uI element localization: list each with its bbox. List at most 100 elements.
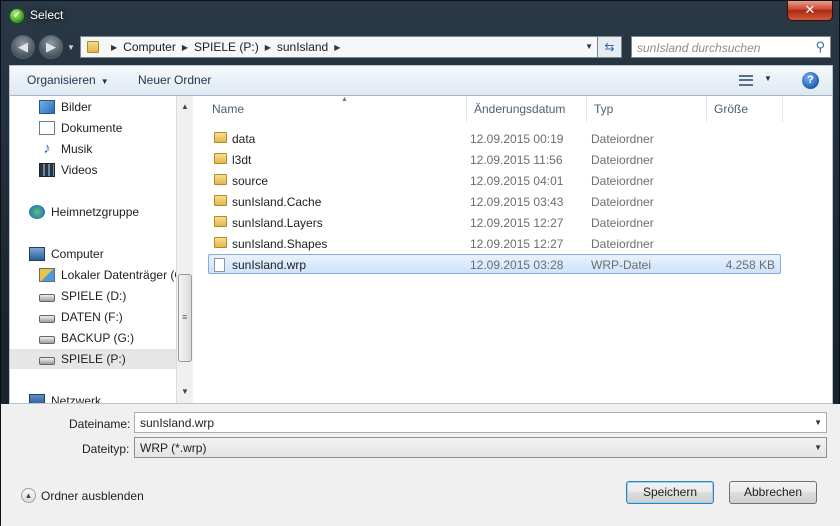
column-header-name[interactable]: ▲ Name (205, 96, 467, 122)
nav-item-videos[interactable]: Videos (39, 160, 97, 180)
refresh-button[interactable]: ⇆ (598, 36, 622, 58)
nav-item-label: BACKUP (G:) (61, 331, 135, 345)
nav-item-bilder[interactable]: Bilder (39, 97, 92, 117)
chevron-down-icon: ▼ (100, 77, 109, 86)
nav-item-label: Lokaler Datenträger (C (61, 268, 176, 282)
file-type: Dateiordner (591, 132, 654, 146)
search-input[interactable] (637, 38, 807, 57)
nav-item-spiele-d[interactable]: SPIELE (D:) (39, 286, 126, 306)
window-title: Select (30, 8, 64, 22)
file-row-sunisland-cache[interactable]: sunIsland.Cache 12.09.2015 03:43 Dateiordn… (208, 191, 781, 211)
pictures-icon (39, 100, 55, 114)
scrollbar-thumb[interactable] (178, 274, 192, 362)
filename-combo[interactable]: sunIsland.wrp ▼ (134, 412, 827, 433)
forward-button[interactable]: ▶ (39, 35, 63, 59)
command-toolbar: Organisieren ▼ Neuer Ordner ▼ ? (9, 65, 833, 96)
nav-item-musik[interactable]: ♪ Musik (39, 139, 92, 159)
nav-item-label: SPIELE (P:) (61, 352, 126, 366)
nav-item-label: Videos (61, 163, 98, 177)
nav-item-computer[interactable]: Computer (29, 244, 104, 264)
file-row-sunisland-layers[interactable]: sunIsland.Layers 12.09.2015 12:27 Dateiord… (208, 212, 781, 232)
music-icon: ♪ (43, 140, 51, 157)
navigation-scrollbar[interactable]: ▲ ▼ (176, 96, 193, 403)
nav-item-netzwerk[interactable]: Netzwerk (29, 391, 101, 403)
computer-icon (29, 247, 45, 261)
folder-icon (214, 237, 227, 248)
title-bar: ✓ Select ✕ (1, 1, 840, 31)
folder-icon (214, 195, 227, 206)
homegroup-icon (29, 205, 45, 219)
column-header-label: Name (212, 102, 245, 116)
close-button[interactable]: ✕ (787, 1, 833, 21)
hide-folders-label: Ordner ausblenden (41, 488, 144, 503)
file-name: l3dt (232, 153, 252, 167)
column-header-size[interactable]: Größe (707, 96, 783, 122)
file-type: WRP-Datei (591, 258, 652, 272)
file-list: ▲ Name Änderungsdatum Typ Größe data 12.09… (195, 96, 833, 403)
new-folder-button[interactable]: Neuer Ordner (138, 73, 211, 87)
file-row-sunisland-shapes[interactable]: sunIsland.Shapes 12.09.2015 12:27 Dateiord… (208, 233, 781, 253)
file-row-data[interactable]: data 12.09.2015 00:19 Dateiordner (208, 128, 781, 148)
file-date: 12.09.2015 11:56 (470, 153, 563, 167)
filetype-select[interactable]: WRP (*.wrp) ▼ (134, 437, 827, 458)
address-bar[interactable]: ▶ Computer ▶ SPIELE (P:) ▶ sunIsland ▶ ▼ (80, 36, 598, 58)
cancel-button[interactable]: Abbrechen (729, 481, 817, 504)
scroll-up-icon[interactable]: ▲ (181, 102, 189, 111)
chevron-down-icon[interactable]: ▼ (814, 418, 822, 427)
file-type: Dateiordner (591, 237, 654, 251)
nav-item-backup-g[interactable]: BACKUP (G:) (39, 328, 134, 348)
file-row-l3dt[interactable]: l3dt 12.09.2015 11:56 Dateiordner (208, 149, 781, 169)
view-options-icon[interactable] (739, 75, 753, 86)
history-dropdown-icon[interactable]: ▼ (67, 43, 77, 53)
file-type: Dateiordner (591, 195, 654, 209)
file-date: 12.09.2015 12:27 (470, 216, 564, 230)
chevron-right-icon[interactable]: ▶ (265, 43, 271, 52)
drive-icon (39, 294, 55, 302)
nav-item-label: SPIELE (D:) (61, 289, 127, 303)
file-row-sunisland-wrp[interactable]: sunIsland.wrp 12.09.2015 03:28 WRP-Datei 4.… (208, 254, 781, 274)
file-date: 12.09.2015 03:28 (470, 258, 564, 272)
nav-item-dokumente[interactable]: Dokumente (39, 118, 122, 138)
save-button[interactable]: Speichern (626, 481, 714, 504)
drive-icon (39, 315, 55, 323)
nav-item-daten-f[interactable]: DATEN (F:) (39, 307, 123, 327)
address-dropdown-icon[interactable]: ▼ (585, 42, 593, 51)
chevron-right-icon[interactable]: ▶ (334, 43, 340, 52)
help-icon[interactable]: ? (802, 72, 819, 89)
chevron-up-icon: ▲ (21, 488, 36, 503)
breadcrumb-computer[interactable]: Computer (123, 40, 176, 54)
file-date: 12.09.2015 03:43 (470, 195, 564, 209)
chevron-down-icon[interactable]: ▼ (814, 443, 822, 452)
file-type: Dateiordner (591, 216, 654, 230)
documents-icon (39, 121, 55, 135)
file-type: Dateiordner (591, 174, 654, 188)
nav-item-spiele-p[interactable]: SPIELE (P:) (10, 349, 176, 369)
search-box: ⚲ (631, 36, 831, 58)
folder-icon (87, 41, 99, 53)
filename-field[interactable]: sunIsland.wrp (140, 416, 214, 430)
chevron-right-icon[interactable]: ▶ (182, 43, 188, 52)
content-area: Bilder Dokumente ♪ Musik Videos Heimnetzg… (9, 96, 833, 404)
nav-item-label: Musik (61, 142, 93, 156)
file-name: data (232, 132, 256, 146)
nav-item-local-disk-c[interactable]: Lokaler Datenträger (C (39, 265, 176, 285)
organize-button[interactable]: Organisieren ▼ (27, 73, 109, 87)
scroll-down-icon[interactable]: ▼ (181, 387, 189, 396)
column-header-type[interactable]: Typ (587, 96, 707, 122)
file-row-source[interactable]: source 12.09.2015 04:01 Dateiordner (208, 170, 781, 190)
app-icon: ✓ (9, 8, 25, 24)
nav-item-heimnetzgruppe[interactable]: Heimnetzgruppe (29, 202, 139, 222)
breadcrumb-sunisland[interactable]: sunIsland (277, 40, 328, 54)
hide-folders-toggle[interactable]: ▲ Ordner ausblenden (21, 488, 144, 503)
file-type: Dateiordner (591, 153, 654, 167)
breadcrumb-spiele-p[interactable]: SPIELE (P:) (194, 40, 259, 54)
chevron-right-icon[interactable]: ▶ (111, 43, 117, 52)
search-icon[interactable]: ⚲ (815, 39, 825, 55)
back-button[interactable]: ◀ (11, 35, 35, 59)
nav-item-label: Bilder (61, 100, 92, 114)
file-name: source (232, 174, 269, 188)
column-header-date[interactable]: Änderungsdatum (467, 96, 587, 122)
chevron-down-icon[interactable]: ▼ (764, 74, 772, 83)
nav-item-label: DATEN (F:) (61, 310, 123, 324)
file-name: sunIsland.Shapes (232, 237, 328, 251)
